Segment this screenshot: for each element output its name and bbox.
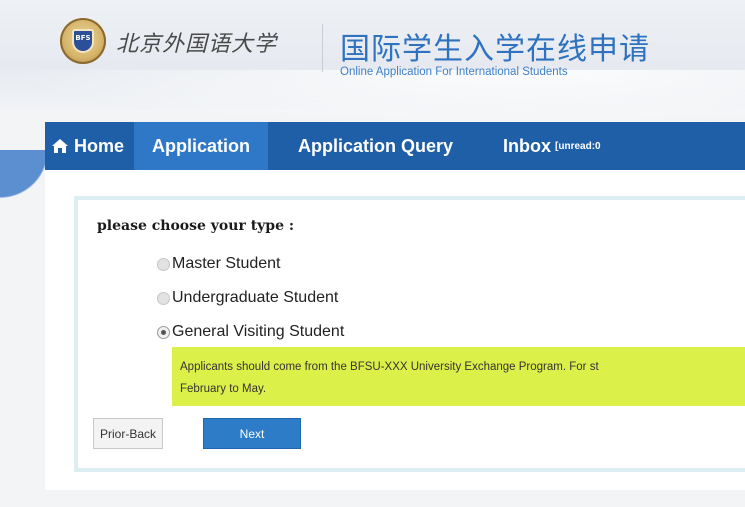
next-button[interactable]: Next bbox=[203, 418, 301, 449]
option-master-student-label: Master Student bbox=[172, 255, 281, 272]
option-master-student[interactable]: Master Student bbox=[157, 253, 281, 275]
notice-line-2: February to May. bbox=[180, 383, 267, 395]
nav-inbox[interactable]: Inbox [unread:0 bbox=[483, 122, 601, 170]
university-seal-icon[interactable]: BFS bbox=[60, 18, 106, 64]
option-undergraduate-student[interactable]: Undergraduate Student bbox=[157, 287, 338, 309]
nav-home-label: Home bbox=[74, 135, 125, 156]
university-logo-calligraphy[interactable]: 北京外国语大学 bbox=[116, 26, 277, 58]
prior-back-button[interactable]: Prior-Back bbox=[93, 418, 163, 449]
nav-application-label: Application bbox=[152, 135, 251, 156]
seal-text: BFS bbox=[75, 34, 91, 42]
option-general-visiting-student[interactable]: General Visiting Student bbox=[157, 321, 344, 343]
option-undergraduate-student-label: Undergraduate Student bbox=[172, 289, 339, 306]
site-header: BFS 北京外国语大学 国际学生入学在线申请 Online Applicatio… bbox=[0, 0, 745, 130]
option-general-visiting-student-label: General Visiting Student bbox=[172, 323, 345, 340]
radio-master-student[interactable] bbox=[157, 257, 170, 271]
nav-application-query-label: Application Query bbox=[298, 135, 454, 156]
inbox-unread-count: [unread:0 bbox=[555, 140, 601, 152]
type-prompt: please choose your type : bbox=[97, 218, 295, 234]
header-background-wave bbox=[0, 70, 745, 130]
program-notice: Applicants should come from the BFSU-XXX… bbox=[172, 347, 745, 406]
seal-shield: BFS bbox=[72, 29, 94, 53]
nav-application[interactable]: Application bbox=[134, 122, 269, 170]
main-navigation: Home Application Application Query Inbox… bbox=[45, 122, 745, 170]
nav-inbox-label: Inbox bbox=[503, 135, 552, 156]
site-title-chinese: 国际学生入学在线申请 bbox=[340, 32, 650, 67]
radio-undergraduate-student[interactable] bbox=[157, 291, 170, 305]
nav-home[interactable]: Home bbox=[45, 122, 134, 170]
notice-line-1: Applicants should come from the BFSU-XXX… bbox=[180, 361, 599, 373]
radio-general-visiting-student[interactable] bbox=[157, 325, 170, 339]
nav-application-query[interactable]: Application Query bbox=[268, 122, 483, 170]
site-title-english: Online Application For International Stu… bbox=[340, 66, 568, 78]
header-divider bbox=[322, 24, 323, 72]
home-icon bbox=[52, 139, 68, 153]
